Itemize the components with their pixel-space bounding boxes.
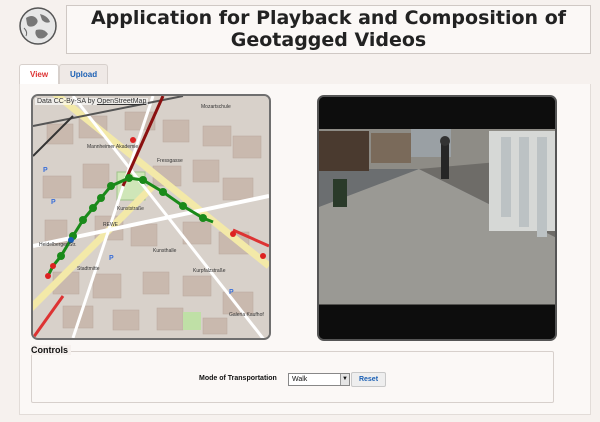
tab-view[interactable]: View [19,64,60,86]
globe-logo-icon [19,7,57,45]
svg-text:P: P [109,255,114,262]
video-player[interactable] [317,95,557,341]
mode-of-transportation-label: Mode of Transportation [199,375,277,382]
map-label: Mozartschule [201,104,231,110]
svg-text:P: P [43,167,48,174]
map-label: Mannheimer Akademie [87,144,138,150]
tab-bar: View Upload [19,62,589,86]
map-label: REWE [103,222,119,228]
controls-legend: Controls [31,345,71,355]
map-label: Stadtmitte [77,266,100,272]
mode-select-value: Walk [292,376,308,383]
svg-text:P: P [229,289,234,296]
video-frame [319,97,555,339]
map-label: Fressgasse [157,158,183,164]
osm-link[interactable]: OpenStreetMap [97,98,146,105]
map-label: Kunsthalle [153,248,177,254]
map-label: Heidelberger Str. [39,242,77,248]
mode-select[interactable]: Walk ▼ [288,373,350,386]
reset-button[interactable]: Reset [351,372,386,387]
map-attribution: Data CC-By-SA by OpenStreetMap [35,98,149,105]
svg-text:P: P [51,199,56,206]
chevron-down-icon[interactable]: ▼ [340,374,349,385]
map-label: Kunststraße [117,206,144,212]
title-line-1: Application for Playback and Composition… [90,7,567,29]
tab-upload[interactable]: Upload [59,64,109,85]
title-line-2: Geotagged Videos [230,29,427,51]
map-label: Galeria Kaufhof [229,312,264,318]
map-view[interactable]: Mozartschule Fressgasse Mannheimer Akade… [31,94,271,340]
map-canvas[interactable]: Mozartschule Fressgasse Mannheimer Akade… [33,96,269,338]
page-title: Application for Playback and Composition… [66,5,591,54]
map-label: Kurpfalzstraße [193,268,226,274]
